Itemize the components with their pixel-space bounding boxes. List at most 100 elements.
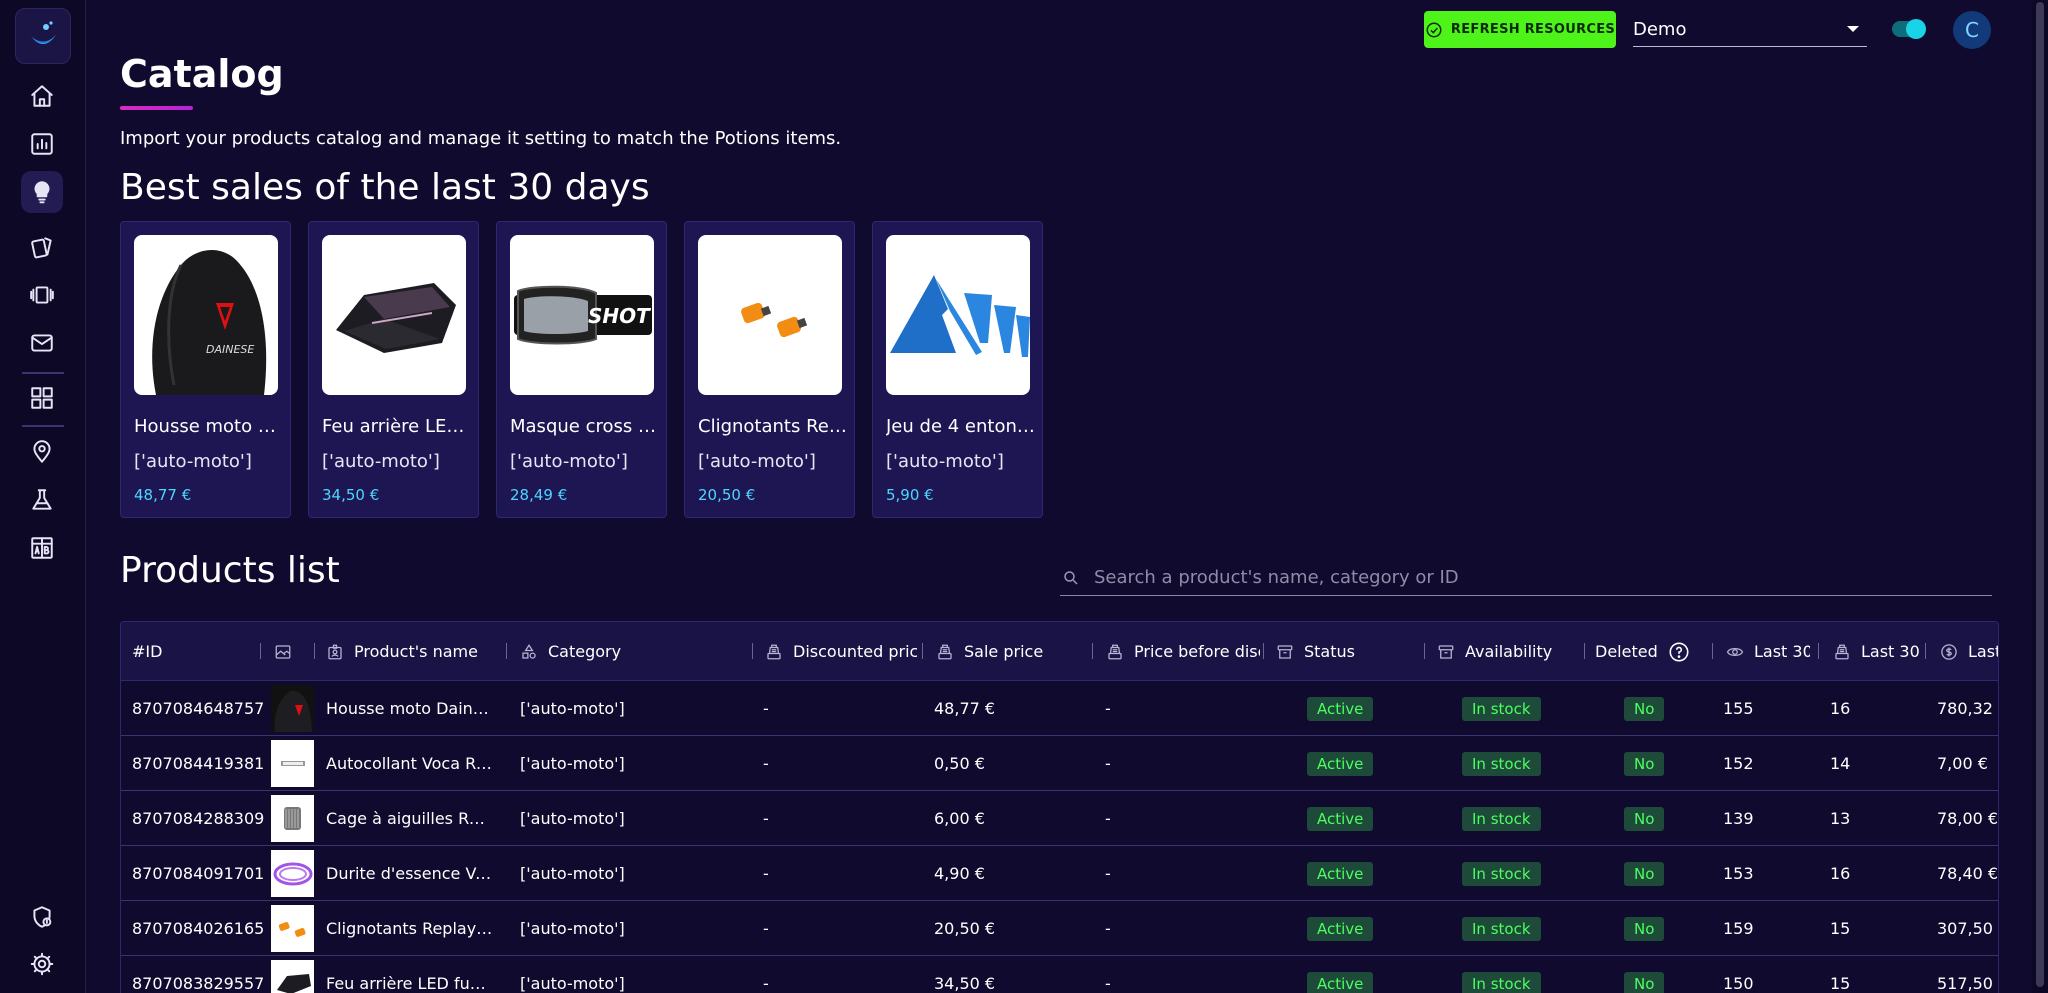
column-separator[interactable] xyxy=(752,643,753,659)
theme-toggle[interactable] xyxy=(1892,19,1926,39)
deleted-badge: No xyxy=(1624,806,1665,831)
column-separator[interactable] xyxy=(1424,643,1425,659)
product-image: DAINESE xyxy=(134,235,278,395)
column-separator[interactable] xyxy=(1818,643,1819,659)
sidebar-item-cards[interactable] xyxy=(21,226,63,268)
header-price-before-discount[interactable]: Price before discount xyxy=(1106,622,1260,681)
column-separator[interactable] xyxy=(1263,643,1264,659)
table-row[interactable]: 8707083829557 Feu arrière LED fumé ['aut… xyxy=(121,956,1998,993)
availability-badge: In stock xyxy=(1462,971,1541,993)
sidebar-item-analytics[interactable] xyxy=(21,123,63,165)
sidebar-item-email[interactable] xyxy=(21,322,63,364)
header-image xyxy=(274,622,294,681)
table-row[interactable]: 8707084091701 Durite d'essence Voca ['au… xyxy=(121,846,1998,901)
header-status[interactable]: Status xyxy=(1276,622,1426,681)
header-last30-revenue[interactable]: Last 30 days revenue xyxy=(1940,622,1998,681)
best-sale-name: Housse moto Dainese xyxy=(134,416,284,437)
column-separator[interactable] xyxy=(1925,643,1926,659)
column-separator[interactable] xyxy=(314,643,315,659)
table-row[interactable]: 8707084026165 Clignotants Replay rétro [… xyxy=(121,901,1998,956)
cell-availability: In stock xyxy=(1462,846,1541,901)
help-circle-icon[interactable] xyxy=(1668,641,1690,663)
best-sale-card[interactable]: Jeu de 4 entonnoirs ['auto-moto'] 5,90 € xyxy=(872,221,1043,518)
cell-sales: 15 xyxy=(1830,919,1851,938)
cell-deleted: No xyxy=(1624,681,1665,736)
cell-category: ['auto-moto'] xyxy=(520,809,625,828)
product-thumbnail xyxy=(271,960,314,993)
header-availability-label: Availability xyxy=(1465,642,1553,661)
best-sales-title: Best sales of the last 30 days xyxy=(120,167,650,208)
column-separator[interactable] xyxy=(1712,643,1713,659)
page-scrollbar[interactable] xyxy=(2032,0,2048,993)
app-logo[interactable] xyxy=(15,8,71,64)
header-last30-sales[interactable]: Last 30 days sales xyxy=(1833,622,1919,681)
header-sale-price-label: Sale price xyxy=(964,642,1044,661)
best-sale-card[interactable]: Feu arrière LED fumé ['auto-moto'] 34,50… xyxy=(308,221,479,518)
best-sale-name: Jeu de 4 entonnoirs xyxy=(886,416,1036,437)
header-product-name[interactable]: Product's name xyxy=(326,622,506,681)
product-image: SHOT xyxy=(510,235,654,395)
cell-discounted-price: - xyxy=(763,919,769,938)
deleted-badge: No xyxy=(1624,696,1665,721)
cell-deleted: No xyxy=(1624,956,1665,993)
sidebar-item-security[interactable] xyxy=(21,896,63,938)
sidebar-item-location[interactable] xyxy=(21,431,63,473)
user-avatar[interactable]: C xyxy=(1953,11,1991,49)
products-list-title: Products list xyxy=(120,550,340,591)
product-search[interactable] xyxy=(1060,560,1992,596)
header-last30-views[interactable]: Last 30 days views xyxy=(1726,622,1810,681)
deleted-badge: No xyxy=(1624,971,1665,993)
sidebar-item-ab-test[interactable] xyxy=(21,527,63,569)
refresh-resources-button[interactable]: REFRESH RESOURCES xyxy=(1424,11,1616,48)
best-sale-card[interactable]: DAINESE Housse moto Dainese ['auto-moto'… xyxy=(120,221,291,518)
column-separator[interactable] xyxy=(1092,643,1093,659)
map-pin-icon xyxy=(33,440,51,463)
cash-register-icon xyxy=(938,644,952,659)
cell-availability: In stock xyxy=(1462,791,1541,846)
table-row[interactable]: 8707084288309 Cage à aiguilles Racing ['… xyxy=(121,791,1998,846)
cell-price-before: - xyxy=(1105,864,1111,883)
best-sale-category: ['auto-moto'] xyxy=(510,451,628,472)
cell-discounted-price: - xyxy=(763,809,769,828)
deleted-badge: No xyxy=(1624,751,1665,776)
column-separator[interactable] xyxy=(260,643,261,659)
sidebar-item-widgets[interactable] xyxy=(21,377,63,419)
header-category[interactable]: Category xyxy=(520,622,750,681)
lightbulb-icon xyxy=(34,181,50,204)
header-id[interactable]: #ID xyxy=(132,622,252,681)
cell-status: Active xyxy=(1307,846,1374,901)
products-table: #ID Product's name Category Discounted p… xyxy=(120,621,1999,993)
cell-views: 159 xyxy=(1723,919,1754,938)
best-sale-card[interactable]: SHOT Masque cross Shot ['auto-moto'] 28,… xyxy=(496,221,667,518)
header-deleted-label: Deleted xyxy=(1595,642,1658,661)
gear-icon xyxy=(30,952,54,976)
cell-discounted-price: - xyxy=(763,754,769,773)
availability-badge: In stock xyxy=(1462,751,1541,776)
cell-sale-price: 6,00 € xyxy=(934,809,985,828)
sidebar-item-settings[interactable] xyxy=(21,943,63,985)
sidebar-item-catalog[interactable] xyxy=(21,171,63,213)
column-separator[interactable] xyxy=(922,643,923,659)
search-input[interactable] xyxy=(1094,567,1974,588)
cell-discounted-price: - xyxy=(763,699,769,718)
svg-text:SHOT: SHOT xyxy=(588,304,651,328)
sidebar-item-carousel[interactable] xyxy=(21,274,63,316)
header-sale-price[interactable]: Sale price xyxy=(936,622,1086,681)
column-separator[interactable] xyxy=(1584,643,1585,659)
scrollbar-thumb[interactable] xyxy=(2036,2,2044,987)
cell-availability: In stock xyxy=(1462,736,1541,791)
table-row[interactable]: 8707084419381 Autocollant Voca Racing ['… xyxy=(121,736,1998,791)
organization-select[interactable]: Demo xyxy=(1633,12,1867,47)
header-discounted-price[interactable]: Discounted price xyxy=(765,622,917,681)
archive-icon xyxy=(1438,644,1454,659)
header-id-label: #ID xyxy=(132,642,163,661)
header-availability[interactable]: Availability xyxy=(1437,622,1577,681)
sidebar-item-home[interactable] xyxy=(21,75,63,117)
mail-icon xyxy=(31,334,53,352)
sidebar-item-lab[interactable] xyxy=(21,479,63,521)
best-sale-card[interactable]: Clignotants Replay ['auto-moto'] 20,50 € xyxy=(684,221,855,518)
header-deleted[interactable]: Deleted xyxy=(1595,622,1715,681)
table-row[interactable]: 8707084648757 Housse moto Dainese Explor… xyxy=(121,681,1998,736)
availability-badge: In stock xyxy=(1462,861,1541,886)
column-separator[interactable] xyxy=(506,643,507,659)
